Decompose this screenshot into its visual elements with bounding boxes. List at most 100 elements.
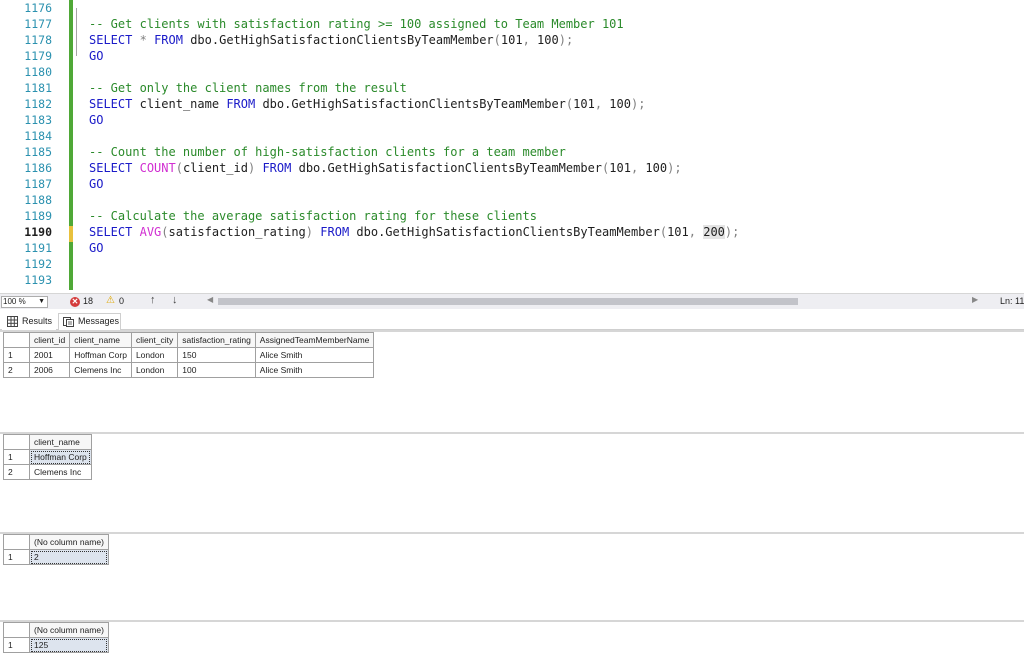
line-position-indicator: Ln: 11 [1000, 296, 1024, 306]
column-header[interactable]: (No column name) [29, 534, 109, 550]
code-line[interactable]: -- Count the number of high-satisfaction… [89, 144, 566, 160]
line-number: 1177 [24, 17, 52, 31]
line-number: 1188 [24, 193, 52, 207]
line-number: 1185 [24, 145, 52, 159]
grid-cell[interactable]: 2001 [28, 347, 71, 363]
tab-results-label: Results [22, 316, 53, 326]
result-grid-pane-1: client_id client_name client_city satisfact… [0, 330, 1024, 432]
grid-cell[interactable]: 125 [29, 637, 109, 653]
line-number: 1181 [24, 81, 52, 95]
code-line[interactable]: SELECT AVG(satisfaction_rating) FROM dbo… [89, 224, 739, 240]
code-line[interactable]: SELECT * FROM dbo.GetHighSatisfactionCli… [89, 32, 573, 48]
code-line[interactable]: SELECT client_name FROM dbo.GetHighSatis… [89, 96, 645, 112]
unsaved-changes-bar [69, 226, 73, 242]
code-fold-guide [76, 8, 77, 56]
code-line[interactable]: -- Calculate the average satisfaction ra… [89, 208, 537, 224]
line-number: 1192 [24, 257, 52, 271]
saved-changes-bar [69, 0, 73, 290]
results-tab-strip: Results Messages [0, 310, 1024, 330]
row-number[interactable]: 2 [3, 362, 30, 378]
row-number[interactable]: 1 [3, 637, 30, 653]
next-issue-arrow-down-icon[interactable]: ↓ [172, 294, 178, 306]
code-line[interactable]: GO [89, 176, 103, 192]
warning-icon[interactable]: ⚠ [106, 295, 115, 306]
grid-corner-cell[interactable] [3, 534, 30, 550]
line-number: 1186 [24, 161, 52, 175]
line-number: 1190 [24, 225, 52, 239]
error-icon[interactable]: ✕ [70, 297, 80, 307]
grid-icon [7, 316, 18, 327]
grid-cell[interactable]: Hoffman Corp [29, 449, 92, 465]
scroll-right-icon[interactable]: ▶ [972, 295, 978, 304]
query-editor[interactable]: 1176 1177 1178 1179 1180 1181 1182 1183 1184 1185… [0, 0, 1024, 293]
grid-cell[interactable]: London [130, 362, 179, 378]
grid-cell[interactable]: 150 [177, 347, 256, 363]
grid-cell[interactable]: London [130, 347, 179, 363]
horizontal-scrollbar-thumb[interactable] [218, 298, 798, 305]
column-header[interactable]: satisfaction_rating [177, 332, 256, 348]
line-number: 1176 [24, 1, 52, 15]
chevron-down-icon: ▼ [38, 298, 45, 305]
grid-cell[interactable]: Clemens Inc [29, 464, 92, 480]
editor-status-bar: 100 % ▼ ✕ 18 ⚠ 0 ↑ ↓ ◀ ▶ Ln: 11 [0, 293, 1024, 309]
tab-messages-label: Messages [78, 316, 120, 326]
row-number[interactable]: 1 [3, 549, 30, 565]
column-header[interactable]: AssignedTeamMemberName [254, 332, 375, 348]
code-line[interactable]: GO [89, 112, 103, 128]
result-grid-pane-4: (No column name) 1 125 [0, 620, 1024, 663]
previous-issue-arrow-up-icon[interactable]: ↑ [150, 294, 156, 306]
table-row[interactable]: 1 Hoffman Corp [3, 449, 92, 465]
table-row[interactable]: 1 2001 Hoffman Corp London 150 Alice Smith [3, 347, 375, 363]
result-grid-table[interactable]: (No column name) 1 125 [3, 622, 109, 653]
error-count[interactable]: 18 [83, 296, 93, 306]
column-header[interactable]: (No column name) [29, 622, 109, 638]
line-number: 1178 [24, 33, 52, 47]
messages-icon [63, 317, 74, 327]
result-grid-table[interactable]: (No column name) 1 2 [3, 534, 109, 565]
line-number: 1183 [24, 113, 52, 127]
grid-corner-cell[interactable] [3, 434, 30, 450]
grid-cell[interactable]: Alice Smith [254, 362, 375, 378]
result-grid-table[interactable]: client_name 1 Hoffman Corp 2 Clemens Inc [3, 434, 92, 480]
line-number: 1193 [24, 273, 52, 287]
grid-corner-cell[interactable] [3, 622, 30, 638]
result-grid-pane-3: (No column name) 1 2 [0, 532, 1024, 620]
row-number[interactable]: 1 [3, 449, 30, 465]
tab-results[interactable]: Results [2, 313, 56, 330]
table-row[interactable]: 2 2006 Clemens Inc London 100 Alice Smith [3, 362, 375, 378]
code-line[interactable]: GO [89, 240, 103, 256]
grid-cell[interactable]: Clemens Inc [69, 362, 132, 378]
grid-corner-cell[interactable] [3, 332, 30, 348]
warning-count[interactable]: 0 [119, 296, 124, 306]
line-number: 1180 [24, 65, 52, 79]
code-line[interactable]: SELECT COUNT(client_id) FROM dbo.GetHigh… [89, 160, 682, 176]
line-number: 1184 [24, 129, 52, 143]
row-number[interactable]: 2 [3, 464, 30, 480]
table-row[interactable]: 1 125 [3, 637, 109, 653]
table-row[interactable]: 12 [3, 549, 109, 565]
code-line[interactable]: -- Get only the client names from the re… [89, 80, 407, 96]
grid-cell[interactable]: Hoffman Corp [69, 347, 132, 363]
table-row[interactable]: 2 Clemens Inc [3, 464, 92, 480]
column-header[interactable]: client_city [130, 332, 179, 348]
code-line[interactable]: GO [89, 48, 103, 64]
result-grid-table[interactable]: client_id client_name client_city satisfact… [3, 332, 375, 378]
result-grid-pane-2: client_name 1 Hoffman Corp 2 Clemens Inc [0, 432, 1024, 532]
column-header[interactable]: client_name [69, 332, 132, 348]
line-number: 1182 [24, 97, 52, 111]
grid-cell[interactable]: 2 [29, 549, 109, 565]
line-number: 1179 [24, 49, 52, 63]
grid-cell[interactable]: Alice Smith [254, 347, 375, 363]
zoom-value: 100 % [3, 297, 26, 306]
line-number-gutter: 1176 1177 1178 1179 1180 1181 1182 1183 1184 1185… [0, 0, 58, 293]
column-header[interactable]: client_id [28, 332, 71, 348]
column-header[interactable]: client_name [29, 434, 92, 450]
line-number: 1187 [24, 177, 52, 191]
tab-messages[interactable]: Messages [58, 313, 121, 330]
code-line[interactable]: -- Get clients with satisfaction rating … [89, 16, 624, 32]
scroll-left-icon[interactable]: ◀ [207, 295, 213, 304]
grid-cell[interactable]: 100 [177, 362, 256, 378]
row-number[interactable]: 1 [3, 347, 30, 363]
zoom-dropdown[interactable]: 100 % ▼ [1, 296, 48, 308]
grid-cell[interactable]: 2006 [28, 362, 71, 378]
